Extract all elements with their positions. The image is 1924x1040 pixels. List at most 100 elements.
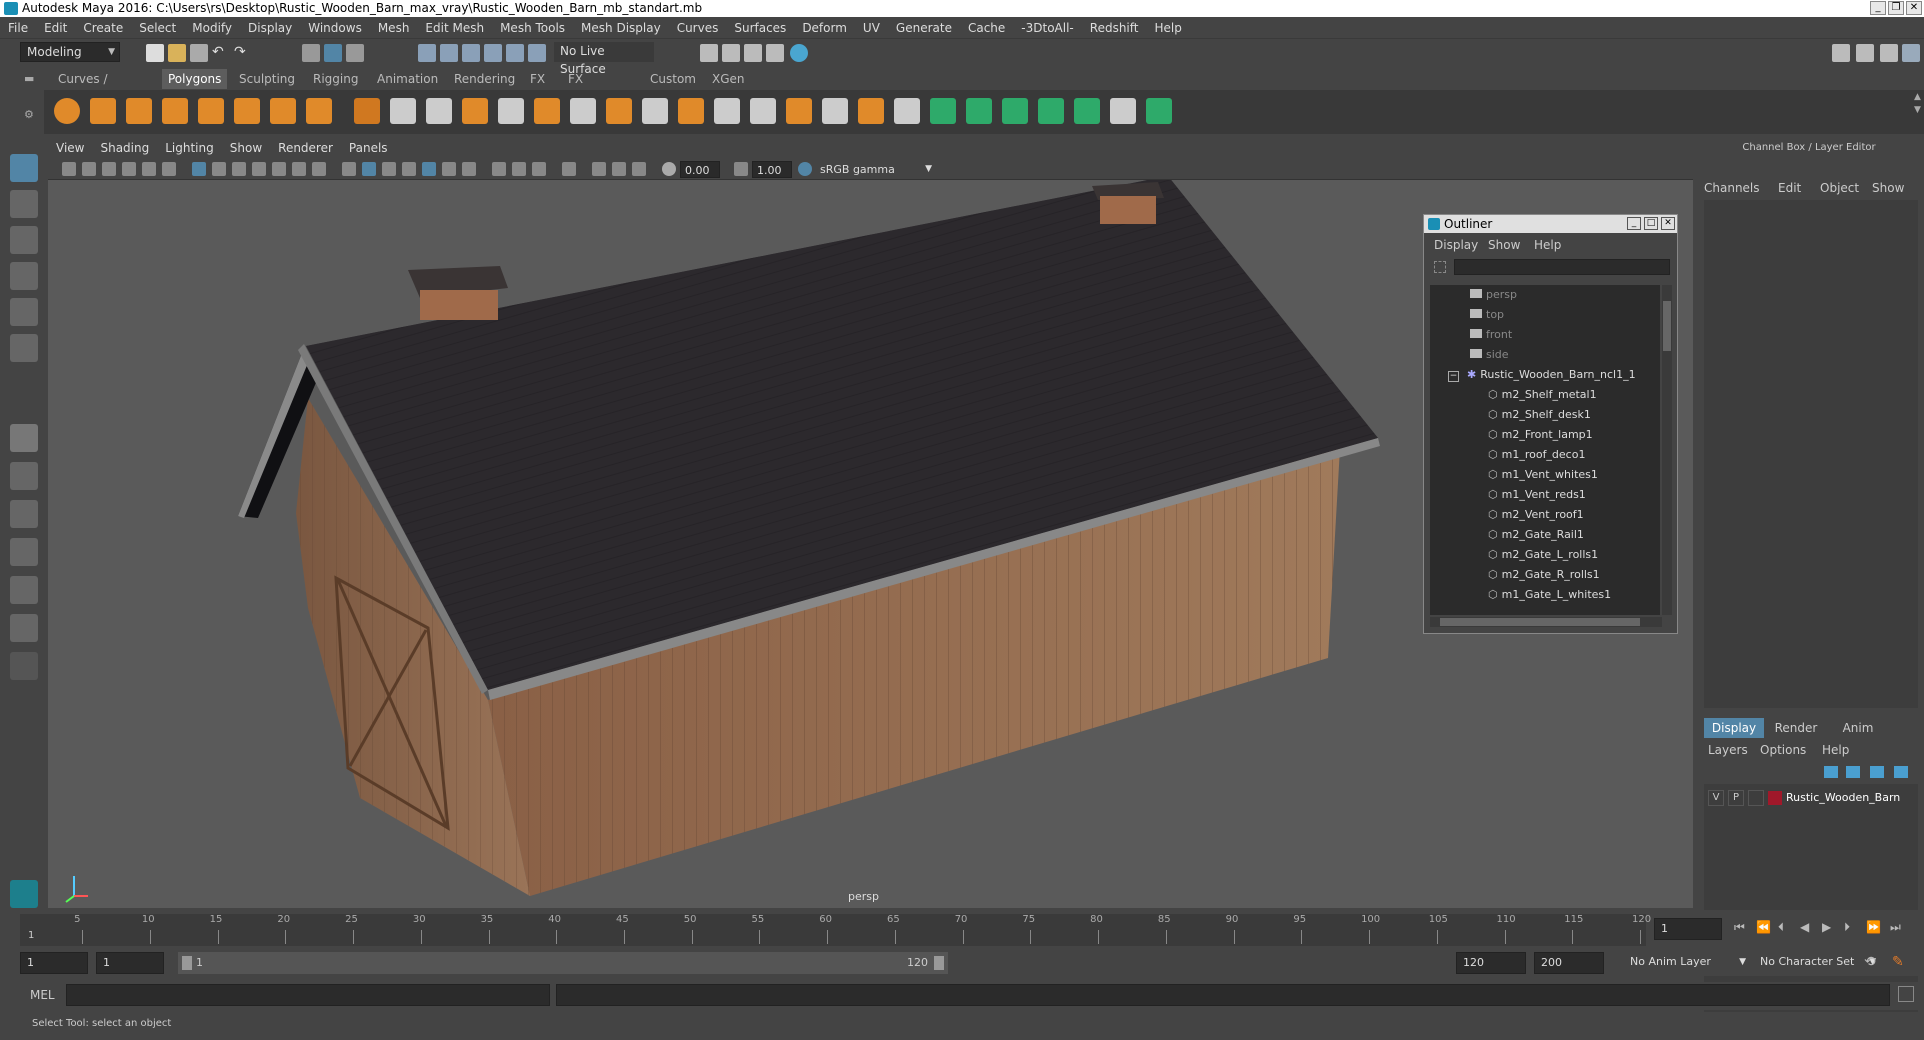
outliner-item-mesh[interactable]: ⬡ m1_Gate_L_whites1 <box>1488 585 1611 605</box>
menu-modify[interactable]: Modify <box>184 17 240 39</box>
script-editor-icon[interactable] <box>1898 986 1914 1002</box>
render-frame-icon[interactable] <box>700 44 718 62</box>
menu-surfaces[interactable]: Surfaces <box>726 17 794 39</box>
outliner-hscrollbar[interactable] <box>1430 617 1662 627</box>
select-by-hierarchy-icon[interactable] <box>302 44 320 62</box>
image-plane-icon[interactable] <box>122 162 136 176</box>
layer-name[interactable]: Rustic_Wooden_Barn <box>1786 790 1900 806</box>
start-time-field[interactable]: 1 <box>20 952 88 974</box>
layer-color-swatch[interactable] <box>1768 791 1782 805</box>
bevel-icon[interactable] <box>570 98 596 124</box>
color-management-icon[interactable] <box>798 162 812 176</box>
ambient-occlusion-icon[interactable] <box>492 162 506 176</box>
target-weld-icon[interactable] <box>786 98 812 124</box>
shelf-tab-custom[interactable]: Custom <box>644 69 702 89</box>
animation-preferences-icon[interactable]: ✎ <box>1892 954 1904 970</box>
cb-menu-channels[interactable]: Channels <box>1704 178 1760 198</box>
multi-cut-icon[interactable] <box>750 98 776 124</box>
cmd-language-label[interactable]: MEL <box>30 988 55 1002</box>
outliner-item-top[interactable]: top <box>1470 305 1504 325</box>
layer-menu-options[interactable]: Options <box>1760 740 1806 760</box>
mode-selector[interactable]: Modeling ▼ <box>20 42 120 62</box>
menu-cache[interactable]: Cache <box>960 17 1013 39</box>
outliner-menu-show[interactable]: Show <box>1488 235 1520 255</box>
close-button[interactable]: ✕ <box>1906 1 1922 15</box>
wireframe-icon[interactable] <box>342 162 356 176</box>
paint-select-tool-icon[interactable] <box>10 226 38 254</box>
step-back-key-icon[interactable]: ⏪ <box>1756 920 1771 934</box>
shelf-scroll-up-icon[interactable]: ▲ <box>1914 92 1921 102</box>
shelf-tab-curves-surfaces[interactable]: Curves / Surfaces <box>52 69 116 106</box>
poly-cube-icon[interactable] <box>90 98 116 124</box>
auto-key-icon[interactable]: ⟲ <box>1864 954 1876 970</box>
outliner-hscroll-thumb[interactable] <box>1440 618 1640 626</box>
planar-uv-icon[interactable] <box>930 98 956 124</box>
poly-cylinder-icon[interactable] <box>126 98 152 124</box>
snap-surface-icon[interactable] <box>506 44 524 62</box>
outliner-item-mesh[interactable]: ⬡ m2_Gate_R_rolls1 <box>1488 565 1600 585</box>
tool-settings-icon[interactable] <box>1880 44 1898 62</box>
undo-icon[interactable]: ↶ <box>212 44 230 62</box>
menu-curves[interactable]: Curves <box>669 17 727 39</box>
menu-help[interactable]: Help <box>1146 17 1189 39</box>
outliner-menu-display[interactable]: Display <box>1434 235 1478 255</box>
collapse-icon[interactable]: − <box>1448 371 1459 382</box>
gamma-field[interactable]: 1.00 <box>752 161 792 178</box>
snap-point-icon[interactable] <box>462 44 480 62</box>
grease-pencil-icon[interactable] <box>162 162 176 176</box>
layer-tab-display[interactable]: Display <box>1704 718 1764 738</box>
move-layer-down-icon[interactable] <box>1846 766 1860 778</box>
playback-start-field[interactable]: 1 <box>96 952 164 974</box>
shelf-tab-sculpting[interactable]: Sculpting <box>233 69 301 89</box>
vp-menu-shading[interactable]: Shading <box>92 138 157 158</box>
new-layer-icon[interactable] <box>1894 766 1908 778</box>
outliner-item-mesh[interactable]: ⬡ m2_Front_lamp1 <box>1488 425 1593 445</box>
shelf-tab-fx-caching[interactable]: FX Caching <box>562 69 623 106</box>
outliner-filter-icon[interactable] <box>1434 261 1446 273</box>
outliner-item-front[interactable]: front <box>1470 325 1512 345</box>
step-back-frame-icon[interactable]: ⏴ <box>1778 920 1784 935</box>
quad-draw-icon[interactable] <box>894 98 920 124</box>
outliner-titlebar[interactable]: Outliner _ □ ✕ <box>1424 215 1677 233</box>
rotate-tool-icon[interactable] <box>10 298 38 326</box>
exposure-icon[interactable] <box>662 162 676 176</box>
menu-file[interactable]: File <box>0 17 36 39</box>
snap-magnet-icon[interactable] <box>528 44 546 62</box>
checker-map-icon[interactable] <box>1110 98 1136 124</box>
outliner-menu-help[interactable]: Help <box>1534 235 1561 255</box>
persp-graph-layout-icon[interactable] <box>10 538 38 566</box>
range-slider-bar[interactable]: 1 120 <box>178 952 948 974</box>
uv-editor-icon[interactable] <box>1074 98 1100 124</box>
menu-mesh-display[interactable]: Mesh Display <box>573 17 669 39</box>
poly-cone-icon[interactable] <box>162 98 188 124</box>
menu-create[interactable]: Create <box>75 17 131 39</box>
outliner-item-mesh[interactable]: ⬡ m2_Gate_Rail1 <box>1488 525 1584 545</box>
shelf-tab-xgen[interactable]: XGen <box>706 69 751 89</box>
smooth-shade-icon[interactable] <box>362 162 376 176</box>
vp-menu-renderer[interactable]: Renderer <box>270 138 341 158</box>
layer-menu-help[interactable]: Help <box>1822 740 1849 760</box>
snap-view-icon[interactable] <box>484 44 502 62</box>
resolution-gate-icon[interactable] <box>232 162 246 176</box>
hypershade-icon[interactable] <box>766 44 784 62</box>
persp-outliner-layout-icon[interactable] <box>10 500 38 528</box>
outliner-item-persp[interactable]: persp <box>1470 285 1517 305</box>
cb-menu-show[interactable]: Show <box>1872 178 1904 198</box>
step-forward-frame-icon[interactable]: ⏵ <box>1844 920 1850 935</box>
camera-attributes-icon[interactable] <box>82 162 96 176</box>
outliner-item-mesh[interactable]: ⬡ m1_Vent_reds1 <box>1488 485 1586 505</box>
poly-pipe-icon[interactable] <box>306 98 332 124</box>
outliner-item-mesh[interactable]: ⬡ m2_Shelf_metal1 <box>1488 385 1597 405</box>
menu-3dtoall[interactable]: -3DtoAll- <box>1013 17 1081 39</box>
cb-menu-object[interactable]: Object <box>1820 178 1859 198</box>
transfer-attributes-icon[interactable] <box>1146 98 1172 124</box>
append-polygon-icon[interactable] <box>678 98 704 124</box>
layer-tab-anim[interactable]: Anim <box>1828 718 1888 738</box>
channel-box-toggle-icon[interactable] <box>1902 44 1920 62</box>
poly-torus-icon[interactable] <box>234 98 260 124</box>
automatic-uv-icon[interactable] <box>1038 98 1064 124</box>
layer-playback-toggle[interactable]: P <box>1728 790 1744 806</box>
2d-pan-zoom-icon[interactable] <box>142 162 156 176</box>
layer-visibility-toggle[interactable]: V <box>1708 790 1724 806</box>
use-all-lights-icon[interactable] <box>442 162 456 176</box>
